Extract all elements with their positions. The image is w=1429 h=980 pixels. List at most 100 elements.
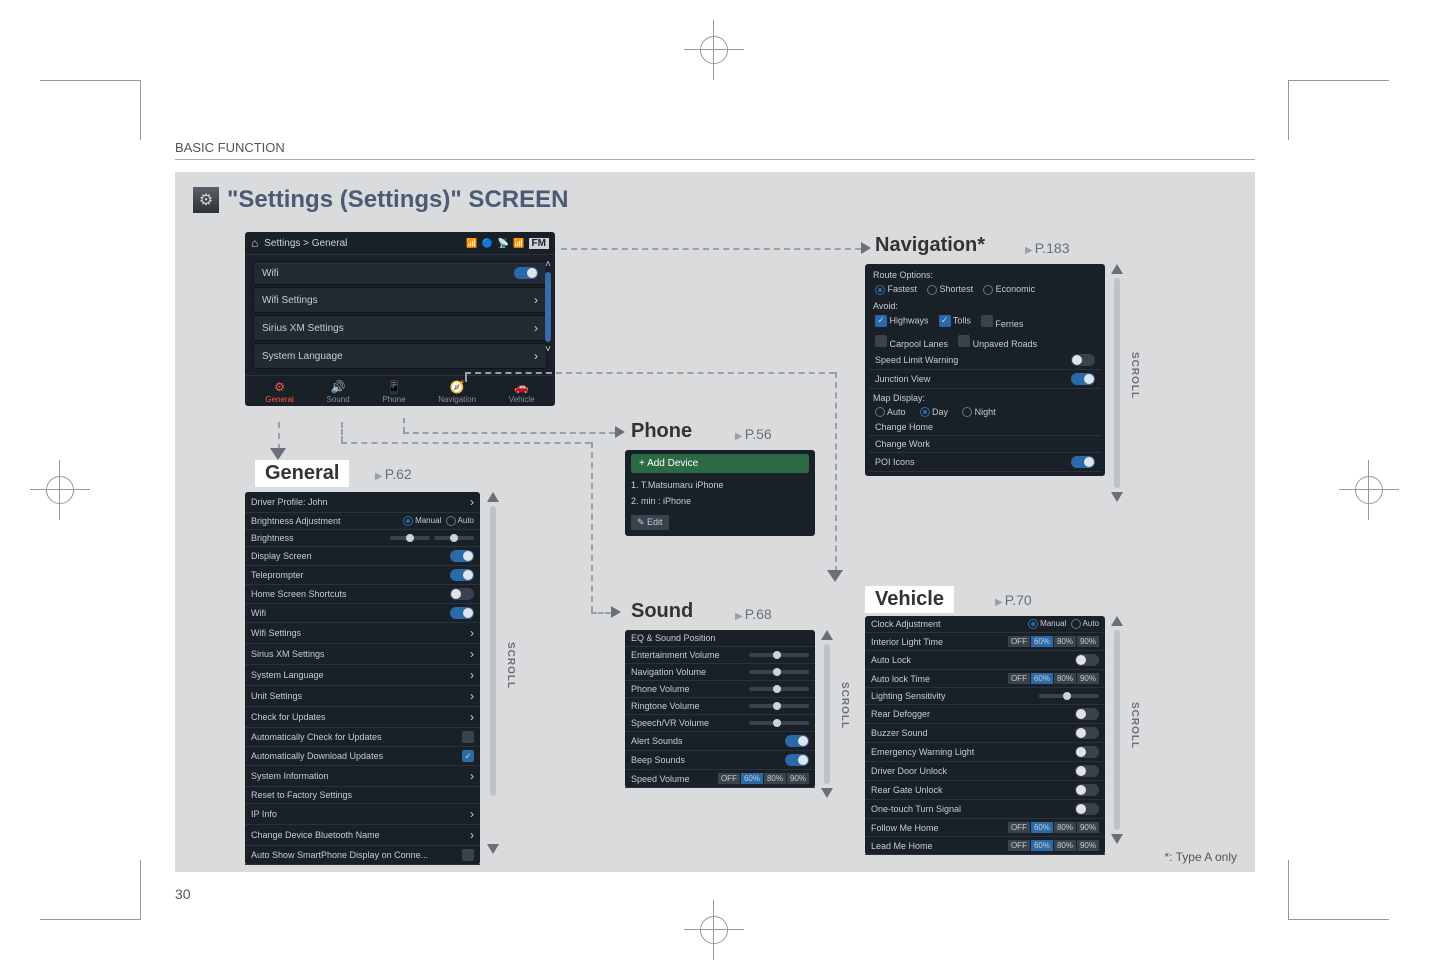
list-item[interactable]: Automatically Check for Updates xyxy=(245,728,480,747)
toggle-switch[interactable] xyxy=(450,550,474,562)
toggle-switch[interactable] xyxy=(450,588,474,600)
avoid-option[interactable]: Unpaved Roads xyxy=(958,335,1037,349)
slider[interactable] xyxy=(1039,694,1099,698)
tab-sound[interactable]: 🔊Sound xyxy=(327,380,350,404)
list-item[interactable]: Reset to Factory Settings xyxy=(245,787,480,804)
list-item[interactable]: Buzzer Sound xyxy=(865,724,1105,743)
avoid-option[interactable]: Carpool Lanes xyxy=(875,335,948,349)
toggle-switch[interactable] xyxy=(1075,654,1099,666)
segment-control[interactable]: OFF60%80%90% xyxy=(1008,673,1099,684)
slider[interactable] xyxy=(390,536,430,540)
list-item[interactable]: Clock Adjustment Manual Auto xyxy=(865,616,1105,633)
toggle-switch[interactable] xyxy=(1075,727,1099,739)
tab-navigation[interactable]: 🧭Navigation xyxy=(438,380,476,404)
list-item[interactable]: Beep Sounds xyxy=(625,751,815,770)
toggle-switch[interactable] xyxy=(1075,765,1099,777)
slider[interactable] xyxy=(434,536,474,540)
device-item[interactable]: 1. T.Matsumaru iPhone xyxy=(631,480,723,490)
list-item[interactable]: Automatically Download Updates✓ xyxy=(245,747,480,766)
list-item[interactable]: POI Icons xyxy=(869,453,1101,472)
toggle-switch[interactable] xyxy=(1075,803,1099,815)
list-item[interactable]: IP Info› xyxy=(245,804,480,825)
slider[interactable] xyxy=(749,704,809,708)
route-option[interactable]: Shortest xyxy=(927,284,973,295)
avoid-option[interactable]: ✓ Tolls xyxy=(939,315,971,329)
toggle-switch[interactable] xyxy=(450,607,474,619)
tab-vehicle[interactable]: 🚗Vehicle xyxy=(509,380,535,404)
slider[interactable] xyxy=(749,721,809,725)
map-display-option[interactable]: Day xyxy=(920,407,949,418)
list-item[interactable]: Alert Sounds xyxy=(625,732,815,751)
tab-general[interactable]: ⚙General xyxy=(265,380,293,404)
radio-group[interactable]: Manual Auto xyxy=(403,516,474,526)
map-display-option[interactable]: Auto xyxy=(875,407,906,418)
list-item[interactable]: Sirius XM Settings› xyxy=(245,644,480,665)
route-option[interactable]: Economic xyxy=(983,284,1035,295)
list-item[interactable]: Check for Updates› xyxy=(245,707,480,728)
checkbox[interactable]: ✓ xyxy=(462,750,474,762)
list-item[interactable]: Ringtone Volume xyxy=(625,698,815,715)
device-item[interactable]: 2. min : iPhone xyxy=(631,496,691,506)
segment-control[interactable]: OFF60%80%90% xyxy=(1008,636,1099,647)
list-item[interactable]: Interior Light TimeOFF60%80%90% xyxy=(865,633,1105,651)
segment-control[interactable]: OFF60%80%90% xyxy=(1008,822,1099,833)
list-item[interactable]: Rear Gate Unlock xyxy=(865,781,1105,800)
list-item[interactable]: Unit Settings› xyxy=(245,686,480,707)
map-display-option[interactable]: Night xyxy=(962,407,996,418)
list-item[interactable]: Entertainment Volume xyxy=(625,647,815,664)
list-item[interactable]: Change Work xyxy=(869,436,1101,453)
tab-phone[interactable]: 📱Phone xyxy=(382,380,405,404)
list-item[interactable]: Change Home xyxy=(869,419,1101,436)
segment-control[interactable]: OFF60%80%90% xyxy=(718,773,809,784)
avoid-option[interactable]: ✓ Highways xyxy=(875,315,929,329)
chevron-down-icon[interactable]: ˅ xyxy=(545,344,551,355)
list-item[interactable]: Lighting Sensitivity xyxy=(865,688,1105,705)
list-item[interactable]: Auto Show SmartPhone Display on Conne... xyxy=(245,846,480,865)
slider[interactable] xyxy=(749,653,809,657)
list-item[interactable]: Brightness xyxy=(245,530,480,547)
toggle-switch[interactable] xyxy=(514,267,538,279)
toggle-switch[interactable] xyxy=(785,754,809,766)
list-item[interactable]: System Information› xyxy=(245,766,480,787)
list-item[interactable]: Wifi xyxy=(245,604,480,623)
list-item[interactable]: Lead Me HomeOFF60%80%90% xyxy=(865,837,1105,855)
slider[interactable] xyxy=(749,687,809,691)
list-item[interactable]: Wifi xyxy=(253,261,547,285)
toggle-switch[interactable] xyxy=(785,735,809,747)
segment-control[interactable]: OFF60%80%90% xyxy=(1008,840,1099,851)
list-item[interactable]: Speech/VR Volume xyxy=(625,715,815,732)
list-item[interactable]: Junction View xyxy=(869,370,1101,389)
add-device-button[interactable]: + Add Device xyxy=(631,454,809,473)
radio-group[interactable]: Manual Auto xyxy=(1028,619,1099,629)
list-item[interactable]: Speed Limit Warning xyxy=(869,351,1101,370)
list-item[interactable]: Driver Profile: John› xyxy=(245,492,480,513)
toggle-switch[interactable] xyxy=(1071,354,1095,366)
route-option[interactable]: Fastest xyxy=(875,284,917,295)
chevron-up-icon[interactable]: ˄ xyxy=(545,259,551,270)
list-item[interactable]: EQ & Sound Position xyxy=(625,630,815,647)
list-item[interactable]: One-touch Turn Signal xyxy=(865,800,1105,819)
slider[interactable] xyxy=(749,670,809,674)
list-item[interactable]: Wifi Settings› xyxy=(245,623,480,644)
toggle-switch[interactable] xyxy=(1075,708,1099,720)
toggle-switch[interactable] xyxy=(1075,784,1099,796)
list-item[interactable]: Speed VolumeOFF60%80%90% xyxy=(625,770,815,788)
list-item[interactable]: Change Device Bluetooth Name› xyxy=(245,825,480,846)
toggle-switch[interactable] xyxy=(1071,373,1095,385)
scrollbar-thumb[interactable] xyxy=(545,272,551,342)
list-item[interactable]: Sirius XM Settings› xyxy=(253,315,547,341)
list-item[interactable]: Display Screen xyxy=(245,547,480,566)
toggle-switch[interactable] xyxy=(450,569,474,581)
list-item[interactable]: Phone Volume xyxy=(625,681,815,698)
toggle-switch[interactable] xyxy=(1075,746,1099,758)
list-item[interactable]: Navigation Volume xyxy=(625,664,815,681)
list-item[interactable]: Home Screen Shortcuts xyxy=(245,585,480,604)
list-item[interactable]: System Language› xyxy=(245,665,480,686)
list-item[interactable]: Brightness Adjustment Manual Auto xyxy=(245,513,480,530)
list-item[interactable]: Rear Defogger xyxy=(865,705,1105,724)
toggle-switch[interactable] xyxy=(1071,456,1095,468)
list-item[interactable]: Auto Lock xyxy=(865,651,1105,670)
list-item[interactable]: Wifi Settings› xyxy=(253,287,547,313)
list-item[interactable]: Follow Me HomeOFF60%80%90% xyxy=(865,819,1105,837)
list-item[interactable]: Driver Door Unlock xyxy=(865,762,1105,781)
